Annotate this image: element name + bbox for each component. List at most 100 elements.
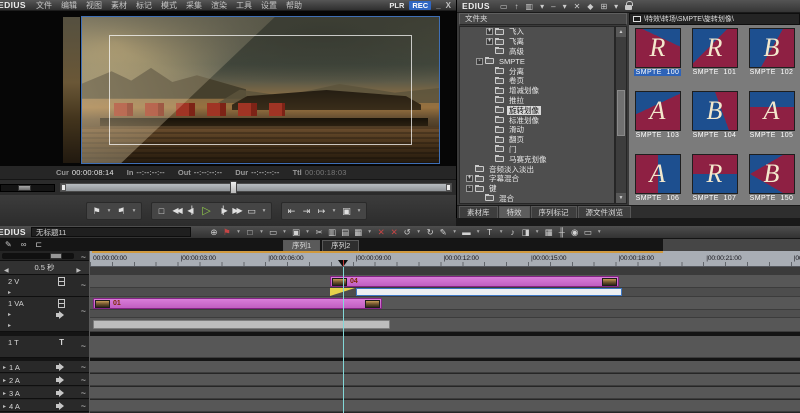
up-folder-icon[interactable]: ↑: [515, 2, 519, 11]
speaker-icon[interactable]: [56, 363, 65, 371]
mode-dropdown[interactable]: ▾: [476, 229, 481, 235]
transition-thumbnail[interactable]: RSMPTE 101: [686, 28, 743, 91]
menu-item[interactable]: 工具: [236, 0, 252, 11]
menu-item[interactable]: 素材: [111, 0, 127, 11]
set-in-dropdown[interactable]: ▾: [106, 203, 112, 219]
copy-icon[interactable]: ▥: [328, 227, 336, 238]
insert-mode-icon[interactable]: ⊏: [35, 240, 42, 249]
tree-item[interactable]: 滑动: [460, 125, 614, 135]
set-out-dropdown[interactable]: ▾: [131, 203, 137, 219]
tree-expander-icon[interactable]: +: [486, 28, 493, 35]
save-dropdown[interactable]: ▾: [305, 229, 310, 235]
bin-tab-素材库[interactable]: 素材库: [459, 206, 498, 218]
save-project-icon[interactable]: ▣: [292, 227, 300, 238]
mixer-bar[interactable]: [356, 288, 622, 296]
expander-icon[interactable]: ▸: [8, 311, 11, 318]
rewind-button[interactable]: ◀◀: [171, 203, 182, 219]
transition-preview-icon[interactable]: A: [635, 154, 681, 194]
tree-item[interactable]: 音频淡入淡出: [460, 164, 614, 174]
tree-item[interactable]: 增减划像: [460, 86, 614, 96]
tree-expander-icon[interactable]: +: [486, 38, 493, 45]
monitor-mode-icon[interactable]: ▭: [584, 227, 592, 238]
expander-icon[interactable]: ▸: [3, 364, 6, 371]
plr-button[interactable]: PLR: [389, 1, 404, 10]
menu-item[interactable]: 文件: [36, 0, 52, 11]
timeline-ruler[interactable]: 00:00:00:00|00:00:03:00|00:00:06:00|00:0…: [90, 251, 800, 267]
speaker-icon[interactable]: [56, 402, 65, 410]
export-dropdown[interactable]: ▾: [356, 203, 362, 219]
speaker-icon[interactable]: [56, 311, 65, 319]
new-sequence-icon[interactable]: □: [246, 227, 254, 237]
undo-dropdown[interactable]: ▾: [416, 229, 421, 235]
wave-icon[interactable]: ~: [81, 375, 86, 385]
speaker-icon[interactable]: [56, 376, 65, 384]
transition-preview-icon[interactable]: B: [692, 91, 738, 131]
scrollbar-thumb[interactable]: [617, 90, 625, 136]
wave-icon[interactable]: ~: [81, 362, 86, 372]
track-header-1t[interactable]: 1 T T ~: [0, 336, 89, 358]
transition-preview-icon[interactable]: R: [692, 28, 738, 68]
track-header-2v[interactable]: 2 V ~ ▸: [0, 275, 89, 297]
next-frame-button[interactable]: ▕▶: [216, 203, 227, 219]
trim-pen-icon[interactable]: ✎: [439, 227, 447, 238]
expander-icon[interactable]: ▸: [8, 322, 11, 329]
track-row-1a[interactable]: [90, 361, 800, 373]
title-dropdown[interactable]: ▾: [499, 229, 504, 235]
export-button[interactable]: ▣: [341, 203, 352, 219]
expander-icon[interactable]: ▸: [3, 390, 6, 397]
bin-tab-源文件浏览[interactable]: 源文件浏览: [578, 206, 632, 218]
track-row-2v-mixer[interactable]: [90, 288, 800, 297]
menu-item[interactable]: 模式: [161, 0, 177, 11]
track-row-2a[interactable]: [90, 374, 800, 386]
track-row-1t[interactable]: [90, 336, 800, 358]
divider-dropdown[interactable]: ▾: [563, 2, 567, 11]
lock-icon[interactable]: [625, 5, 632, 10]
tree-item[interactable]: 翻页: [460, 135, 614, 145]
monitor-icon[interactable]: ▭: [500, 2, 508, 11]
ripple-mode-icon[interactable]: ✎: [5, 240, 12, 249]
tree-item[interactable]: +字幕混合: [460, 174, 614, 184]
menu-item[interactable]: 编辑: [61, 0, 77, 11]
voiceover-mic-icon[interactable]: ♪: [509, 227, 517, 237]
delete-icon[interactable]: ✕: [574, 2, 581, 11]
tree-expander-icon[interactable]: +: [466, 175, 473, 182]
menu-item[interactable]: 设置: [261, 0, 277, 11]
menu-item[interactable]: 视图: [86, 0, 102, 11]
marker-dropdown[interactable]: ▾: [236, 229, 241, 235]
track-row-1va-sub[interactable]: [90, 310, 800, 318]
track-row-1va-audio[interactable]: [90, 318, 800, 332]
track-header-1va[interactable]: 1 VA ~ ▸ ▸: [0, 297, 89, 332]
tree-item[interactable]: 旋转划像: [460, 105, 614, 115]
playhead-line[interactable]: [343, 267, 344, 413]
wave-icon[interactable]: ~: [81, 401, 86, 411]
ripple-delete-in-icon[interactable]: ✕: [377, 227, 385, 238]
mixer-icon[interactable]: ╫: [558, 227, 566, 237]
goto-out-button[interactable]: ⇥: [301, 203, 312, 219]
video-track-icon[interactable]: [58, 277, 65, 286]
paste-dropdown[interactable]: ▾: [367, 229, 372, 235]
expander-icon[interactable]: ▸: [3, 403, 6, 410]
transition-thumbnail[interactable]: BSMPTE 102: [743, 28, 800, 91]
transition-thumbnail[interactable]: RSMPTE 107: [686, 154, 743, 205]
sequence-tab-序列2[interactable]: 序列2: [322, 240, 359, 251]
timeline-clip-04[interactable]: 04: [330, 276, 619, 287]
wave-icon[interactable]: ~: [81, 280, 86, 290]
speaker-icon[interactable]: [56, 389, 65, 397]
close-button[interactable]: X: [446, 1, 451, 10]
transition-preview-icon[interactable]: R: [692, 154, 738, 194]
transition-preview-icon[interactable]: R: [635, 28, 681, 68]
tree-item[interactable]: -键: [460, 184, 614, 194]
transition-preview-icon[interactable]: A: [635, 91, 681, 131]
transition-thumbnail[interactable]: BSMPTE 150: [743, 154, 800, 205]
seek-bar[interactable]: [60, 183, 452, 192]
video-track-icon[interactable]: [58, 299, 65, 308]
record-icon[interactable]: ◉: [571, 227, 579, 238]
transition-thumbnail[interactable]: ASMPTE 105: [743, 91, 800, 154]
menu-item[interactable]: 渲染: [211, 0, 227, 11]
play-button[interactable]: ▷: [201, 203, 212, 219]
duplicate-icon[interactable]: ▥: [526, 2, 534, 11]
loop-button[interactable]: ▭: [246, 203, 257, 219]
new-dropdown[interactable]: ▾: [259, 229, 264, 235]
undo-icon[interactable]: ↺: [403, 227, 411, 238]
tree-item[interactable]: +飞离: [460, 37, 614, 47]
